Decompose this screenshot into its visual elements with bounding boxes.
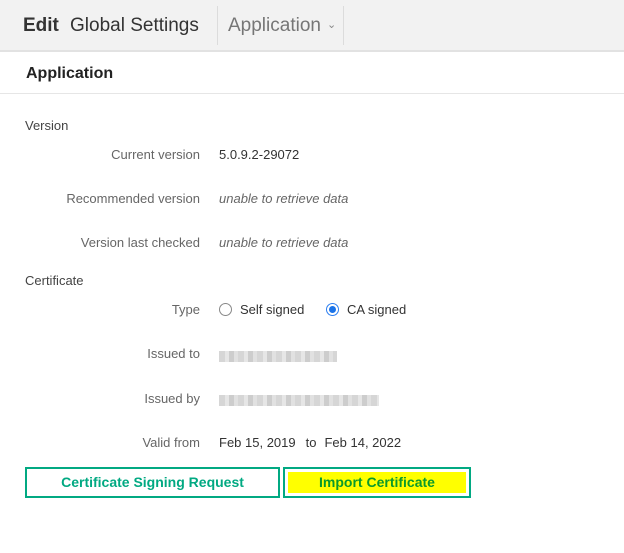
import-certificate-label: Import Certificate: [288, 472, 466, 493]
cert-type-label: Type: [171, 302, 200, 317]
import-certificate-button[interactable]: Import Certificate: [283, 467, 471, 498]
issued-by-label: Issued by: [144, 391, 200, 406]
top-bar: Edit Global Settings Application ⌄: [0, 0, 624, 52]
radio-ca-signed[interactable]: CA signed: [325, 302, 407, 317]
certificate-group-label: Certificate: [25, 273, 84, 288]
radio-ca-signed-label: CA signed: [346, 302, 407, 317]
divider: [217, 6, 218, 45]
version-last-checked-value: unable to retrieve data: [219, 235, 349, 250]
version-group-label: Version: [25, 118, 69, 133]
issued-by-value-redacted: [219, 392, 379, 407]
issued-to-label: Issued to: [147, 346, 200, 361]
valid-to-label: to: [305, 435, 317, 450]
valid-to-date: Feb 14, 2022: [324, 435, 402, 450]
certificate-signing-request-button[interactable]: Certificate Signing Request: [25, 467, 280, 498]
version-last-checked-label: Version last checked: [80, 235, 200, 250]
radio-self-signed-label: Self signed: [240, 302, 305, 317]
issued-to-value-redacted: [219, 348, 337, 363]
chevron-down-icon: ⌄: [326, 19, 337, 32]
section-header: Application: [0, 52, 624, 94]
radio-self-signed[interactable]: Self signed: [219, 302, 304, 317]
radio-unchecked-icon[interactable]: [219, 303, 232, 317]
recommended-version-value: unable to retrieve data: [219, 191, 349, 206]
valid-from-label: Valid from: [142, 435, 200, 450]
divider: [343, 6, 344, 45]
recommended-version-label: Recommended version: [66, 191, 200, 206]
section-dropdown-value: Application: [228, 15, 321, 36]
section-dropdown[interactable]: Application ⌄: [228, 15, 336, 37]
radio-checked-icon[interactable]: [325, 303, 339, 317]
current-version-label: Current version: [111, 147, 200, 162]
validity-range: Feb 15, 2019 to Feb 14, 2022: [219, 435, 401, 450]
edit-label: Edit: [23, 15, 59, 36]
section-title: Application: [26, 65, 114, 82]
cert-type-radio-group: Self signed CA signed: [219, 302, 424, 317]
current-version-value: 5.0.9.2-29072: [219, 147, 300, 162]
page-title: Global Settings: [70, 15, 199, 36]
valid-from-date: Feb 15, 2019: [219, 435, 296, 450]
